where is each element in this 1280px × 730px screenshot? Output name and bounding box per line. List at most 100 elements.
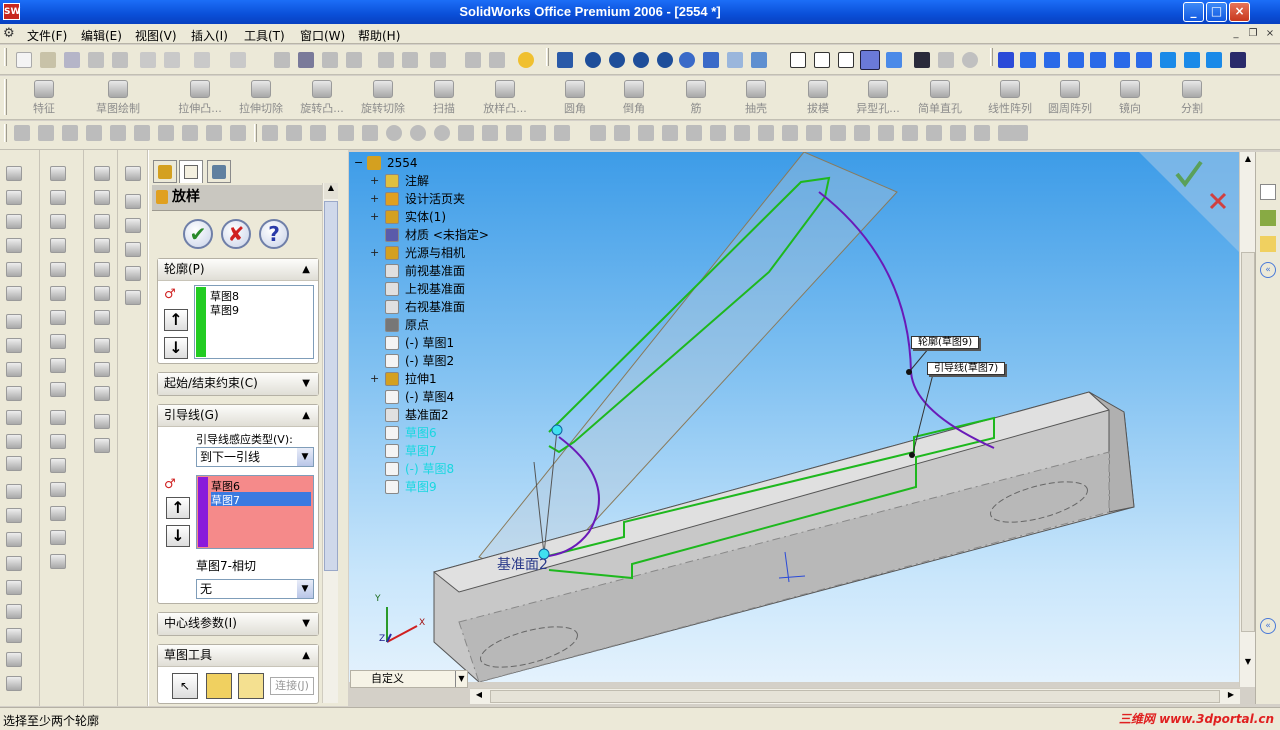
tab-configuration-manager[interactable] (207, 160, 231, 183)
cancel-button[interactable]: ✘ (221, 219, 251, 249)
line-icon[interactable] (338, 125, 354, 141)
view-tool-icon[interactable] (94, 238, 110, 253)
drag-sketch-button[interactable] (206, 673, 232, 699)
centerline-tool-icon[interactable] (638, 125, 654, 141)
move-down-button[interactable]: ↓ (164, 337, 188, 359)
curve-tool-icon[interactable] (125, 290, 141, 305)
curve-tool-icon[interactable] (125, 194, 141, 209)
expand-pane-icon[interactable]: « (1260, 262, 1276, 278)
top-view-icon[interactable] (1114, 52, 1130, 68)
previous-view-icon[interactable] (727, 52, 743, 68)
sketch-tool-icon[interactable] (6, 286, 22, 301)
doc-restore-button[interactable]: ❐ (1245, 27, 1261, 41)
shaded-icon[interactable] (886, 52, 902, 68)
guide-move-down-button[interactable]: ↓ (166, 525, 190, 547)
view-tool-icon[interactable] (94, 362, 110, 377)
close-button[interactable]: × (1229, 2, 1250, 22)
tab-property-manager[interactable] (179, 160, 203, 183)
weld-icon[interactable] (62, 125, 78, 141)
menu-window[interactable]: 窗口(W) (300, 27, 345, 44)
tangent-arc-icon[interactable] (482, 125, 498, 141)
surface-finish-icon[interactable] (134, 125, 150, 141)
three-point-arc-icon[interactable] (506, 125, 522, 141)
sketch-tool-icon[interactable] (6, 214, 22, 229)
back-view-icon[interactable] (1044, 52, 1060, 68)
print-preview-icon[interactable] (112, 52, 128, 68)
wireframe-icon[interactable] (790, 52, 806, 68)
centerline-header[interactable]: 中心线参数(I) ▼ (158, 613, 318, 635)
text-icon[interactable] (662, 125, 678, 141)
fillet-button[interactable]: 圆角 (545, 78, 605, 118)
fillet-sketch-icon[interactable] (686, 125, 702, 141)
rotate-entities-icon[interactable] (926, 125, 942, 141)
view-tool-icon[interactable] (94, 262, 110, 277)
note-icon[interactable] (38, 125, 54, 141)
hatch-icon[interactable] (230, 125, 246, 141)
rotate-icon[interactable] (679, 52, 695, 68)
zoom-area-icon[interactable] (609, 52, 625, 68)
sketch-tool-icon[interactable] (6, 628, 22, 643)
convert-entities-icon[interactable] (734, 125, 750, 141)
minimize-button[interactable]: _ (1183, 2, 1204, 22)
loft-boss-button[interactable]: 放样凸... (475, 78, 535, 118)
sketch-tool-icon[interactable] (6, 532, 22, 547)
rib-button[interactable]: 筋 (666, 78, 726, 118)
help-icon[interactable] (518, 52, 534, 68)
draft-button[interactable]: 拔模 (788, 78, 848, 118)
sketch-tool-icon[interactable] (6, 410, 22, 425)
feature-tool-icon[interactable] (50, 358, 66, 373)
view-tool-icon[interactable] (94, 414, 110, 429)
extrude-boss-button[interactable]: 拉伸凸... (170, 78, 230, 118)
feature-tool-icon[interactable] (50, 166, 66, 181)
view-tool-icon[interactable] (94, 214, 110, 229)
sweep-button[interactable]: 扫描 (414, 78, 474, 118)
sketch-tool-icon[interactable] (6, 484, 22, 499)
trim-icon[interactable] (758, 125, 774, 141)
feature-tool-icon[interactable] (50, 310, 66, 325)
rebuild-icon[interactable] (346, 52, 362, 68)
hidden-lines-visible-icon[interactable] (814, 52, 830, 68)
sketch-tool-icon[interactable] (6, 434, 22, 449)
sketch-tool-icon[interactable] (6, 338, 22, 353)
copy-icon[interactable] (164, 52, 180, 68)
guide-move-up-button[interactable]: ↑ (166, 497, 190, 519)
mirror-button[interactable]: 镜向 (1100, 78, 1160, 118)
feature-tool-icon[interactable] (50, 334, 66, 349)
curve-tool-icon[interactable] (125, 266, 141, 281)
chamfer-button[interactable]: 倒角 (604, 78, 664, 118)
doc-minimize-button[interactable]: _ (1228, 27, 1244, 41)
extrude-cut-button[interactable]: 拉伸切除 (231, 78, 291, 118)
menu-view[interactable]: 视图(V) (135, 27, 177, 44)
arc-icon[interactable] (458, 125, 474, 141)
zoom-selection-icon[interactable] (657, 52, 673, 68)
sketch-tool-icon[interactable] (6, 386, 22, 401)
left-view-icon[interactable] (1068, 52, 1084, 68)
sketch-tool-icon[interactable] (6, 362, 22, 377)
view-orientation-icon[interactable] (557, 52, 573, 68)
file-explorer-icon[interactable] (1260, 236, 1276, 252)
extend-icon[interactable] (782, 125, 798, 141)
sketch-tool-icon[interactable] (6, 190, 22, 205)
sketch-toggle-icon[interactable] (286, 125, 302, 141)
feature-tool-icon[interactable] (50, 530, 66, 545)
menu-insert[interactable]: 插入(I) (191, 27, 228, 44)
feature-tool-icon[interactable] (50, 458, 66, 473)
expand-pane-icon[interactable]: « (1260, 618, 1276, 634)
sketch-button[interactable]: 草图绘制 (88, 78, 148, 118)
revolve-boss-button[interactable]: 旋转凸... (292, 78, 352, 118)
sketch-tool-icon[interactable] (6, 580, 22, 595)
graphics-viewport[interactable]: 轮廓(草图9) 引导线(草图7) 基准面2 Y X Z − 2554 + 注解 + 设… (349, 152, 1239, 682)
standard-views-icon[interactable] (751, 52, 767, 68)
spell-icon[interactable] (14, 125, 30, 141)
sketch-tool-icon[interactable] (6, 238, 22, 253)
hole-wizard-button[interactable]: 异型孔... (848, 78, 908, 118)
scroll-thumb[interactable] (1241, 252, 1255, 632)
linear-pattern-button[interactable]: 线性阵列 (980, 78, 1040, 118)
save-icon[interactable] (64, 52, 80, 68)
move-entities-icon[interactable] (902, 125, 918, 141)
profiles-header[interactable]: 轮廓(P) ▲ (158, 259, 318, 281)
split-button[interactable]: 分割 (1162, 78, 1222, 118)
split-entities-icon[interactable] (806, 125, 822, 141)
feature-tool-icon[interactable] (50, 410, 66, 425)
feature-tool-icon[interactable] (50, 482, 66, 497)
